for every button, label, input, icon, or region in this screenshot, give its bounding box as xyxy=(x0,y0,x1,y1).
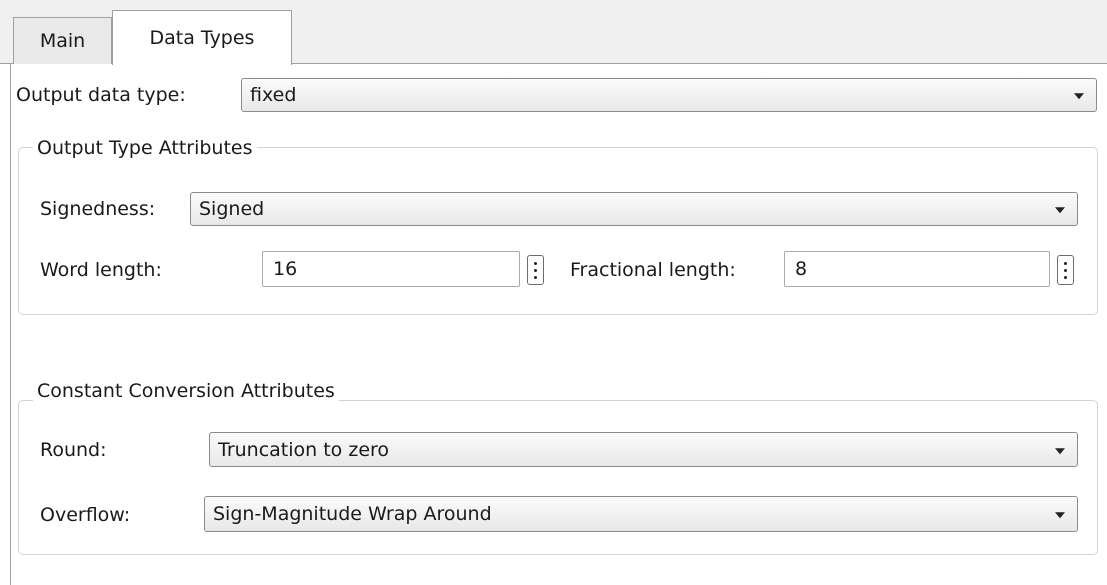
overflow-dropdown[interactable]: Sign-Magnitude Wrap Around xyxy=(204,496,1078,532)
constant-conversion-attributes-title: Constant Conversion Attributes xyxy=(33,379,339,403)
panel-border xyxy=(10,64,11,585)
tab-main[interactable]: Main xyxy=(13,17,112,64)
chevron-down-icon xyxy=(1055,447,1065,454)
overflow-value: Sign-Magnitude Wrap Around xyxy=(213,503,492,525)
word-length-spinner[interactable] xyxy=(527,255,544,285)
tab-data-types[interactable]: Data Types xyxy=(112,10,292,65)
tab-data-types-label: Data Types xyxy=(149,27,255,49)
word-length-field[interactable]: 16 xyxy=(262,251,520,287)
signedness-label: Signedness: xyxy=(40,198,156,220)
fractional-length-value: 8 xyxy=(795,258,808,280)
data-types-dialog-panel: Main Data Types Output data type: fixed … xyxy=(0,0,1107,585)
output-type-attributes-group xyxy=(18,147,1098,315)
round-label: Round: xyxy=(40,439,107,461)
output-data-type-dropdown[interactable]: fixed xyxy=(241,78,1097,112)
round-value: Truncation to zero xyxy=(218,438,390,461)
output-type-attributes-title: Output Type Attributes xyxy=(33,136,257,160)
signedness-dropdown[interactable]: Signed xyxy=(190,192,1078,226)
chevron-down-icon xyxy=(1055,512,1065,519)
output-data-type-label: Output data type: xyxy=(16,84,186,106)
fractional-length-label: Fractional length: xyxy=(570,259,736,281)
signedness-value: Signed xyxy=(199,198,265,220)
chevron-down-icon xyxy=(1074,93,1084,100)
tab-divider-left xyxy=(0,63,13,64)
tab-main-label: Main xyxy=(39,30,86,52)
tab-divider-right xyxy=(292,63,1107,64)
chevron-down-icon xyxy=(1055,207,1065,214)
output-data-type-value: fixed xyxy=(250,84,297,106)
overflow-label: Overflow: xyxy=(40,504,131,526)
fractional-length-spinner[interactable] xyxy=(1057,255,1074,285)
word-length-value: 16 xyxy=(273,258,298,280)
fractional-length-field[interactable]: 8 xyxy=(784,251,1050,287)
word-length-label: Word length: xyxy=(40,259,162,281)
round-dropdown[interactable]: Truncation to zero xyxy=(209,432,1078,467)
